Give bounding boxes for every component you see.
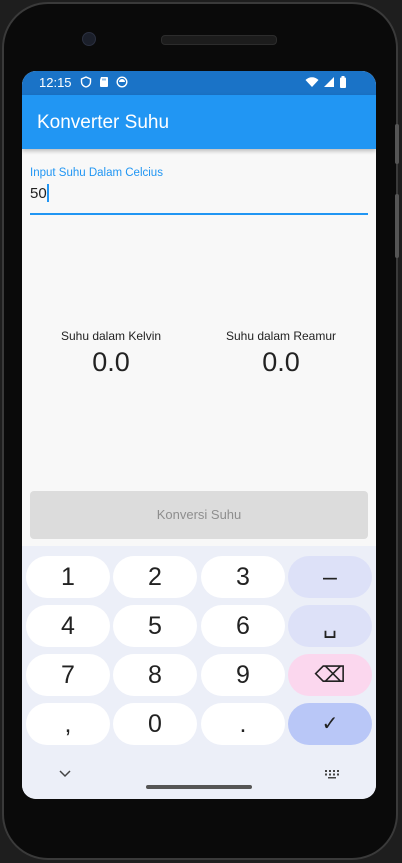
home-indicator[interactable]: [146, 785, 252, 789]
notification-icon: [116, 76, 128, 88]
reamur-result: Suhu dalam Reamur 0.0: [206, 329, 356, 378]
status-bar: 12:15: [22, 71, 376, 95]
celsius-input-value[interactable]: 50: [30, 185, 47, 202]
chevron-down-icon[interactable]: [59, 770, 71, 778]
app-bar: Konverter Suhu: [22, 95, 376, 149]
shield-icon: [80, 76, 92, 88]
key-6[interactable]: 6: [201, 605, 285, 647]
input-underline: [30, 213, 368, 215]
key-done[interactable]: ✓: [288, 703, 372, 745]
text-cursor: [47, 184, 49, 202]
key-space[interactable]: ␣: [288, 605, 372, 647]
reamur-label: Suhu dalam Reamur: [225, 329, 337, 343]
status-time: 12:15: [39, 75, 72, 90]
wifi-icon: [305, 77, 319, 87]
volume-button: [395, 194, 399, 258]
kelvin-result: Suhu dalam Kelvin 0.0: [36, 329, 186, 378]
key-7[interactable]: 7: [26, 654, 110, 696]
key-1[interactable]: 1: [26, 556, 110, 598]
battery-icon: [340, 76, 346, 88]
keyboard-switch-icon[interactable]: [324, 769, 340, 779]
celsius-input-field[interactable]: Input Suhu Dalam Celcius 50: [30, 167, 368, 215]
key-4[interactable]: 4: [26, 605, 110, 647]
key-2[interactable]: 2: [113, 556, 197, 598]
key-9[interactable]: 9: [201, 654, 285, 696]
sd-card-icon: [100, 77, 108, 87]
key-period[interactable]: .: [201, 703, 285, 745]
numeric-keyboard: 1 2 3 – 4 5 6 ␣ 7 8 9 ⌫ , 0 . ✓: [22, 546, 376, 799]
key-5[interactable]: 5: [113, 605, 197, 647]
key-8[interactable]: 8: [113, 654, 197, 696]
app-title: Konverter Suhu: [37, 112, 170, 133]
key-0[interactable]: 0: [113, 703, 197, 745]
signal-icon: [324, 77, 334, 87]
key-3[interactable]: 3: [201, 556, 285, 598]
celsius-input-label: Input Suhu Dalam Celcius: [30, 167, 163, 179]
key-minus[interactable]: –: [288, 556, 372, 598]
key-comma[interactable]: ,: [26, 703, 110, 745]
key-backspace[interactable]: ⌫: [288, 654, 372, 696]
power-button: [395, 124, 399, 164]
earpiece-speaker: [161, 35, 277, 45]
app-screen: 12:15 Konverter Suhu Input Suhu Dalam Ce…: [22, 71, 376, 799]
front-camera: [82, 32, 96, 46]
convert-button[interactable]: Konversi Suhu: [30, 491, 368, 539]
kelvin-value: 0.0: [92, 347, 130, 377]
reamur-value: 0.0: [262, 347, 300, 377]
kelvin-label: Suhu dalam Kelvin: [60, 329, 162, 343]
